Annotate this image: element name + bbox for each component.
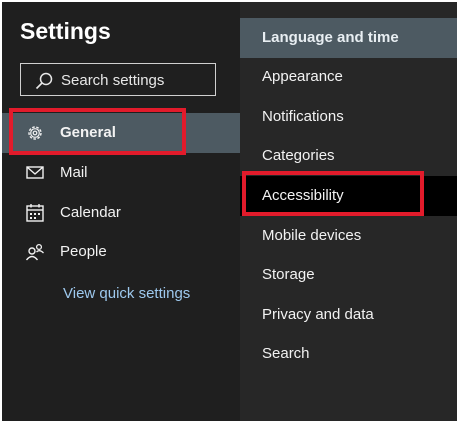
search-input[interactable]: Search settings xyxy=(20,63,216,96)
menu-item-accessibility[interactable]: Accessibility xyxy=(240,176,457,216)
mail-icon xyxy=(26,166,44,179)
search-placeholder: Search settings xyxy=(61,72,165,89)
menu-item-appearance[interactable]: Appearance xyxy=(240,57,457,97)
menu-item-label: Search xyxy=(262,345,310,362)
general-settings-pane: Language and time Appearance Notificatio… xyxy=(240,2,457,421)
view-quick-settings-link[interactable]: View quick settings xyxy=(63,285,190,302)
nav-item-label: Calendar xyxy=(60,204,121,221)
menu-item-label: Storage xyxy=(262,266,315,283)
menu-item-storage[interactable]: Storage xyxy=(240,255,457,295)
gear-icon xyxy=(28,126,42,140)
menu-item-categories[interactable]: Categories xyxy=(240,136,457,176)
nav-item-mail[interactable]: Mail xyxy=(2,153,240,193)
settings-window: Settings Search settings General Mail Ca… xyxy=(2,2,457,421)
search-icon xyxy=(35,72,53,90)
nav-item-general[interactable]: General xyxy=(2,113,240,153)
nav-item-label: People xyxy=(60,243,107,260)
calendar-icon xyxy=(26,204,44,222)
people-icon xyxy=(25,243,44,261)
settings-nav-pane: Settings Search settings General Mail Ca… xyxy=(2,2,240,421)
nav-item-people[interactable]: People xyxy=(2,232,240,272)
nav-item-label: General xyxy=(60,124,116,141)
page-title: Settings xyxy=(20,18,111,44)
menu-item-search[interactable]: Search xyxy=(240,334,457,374)
menu-item-privacy-and-data[interactable]: Privacy and data xyxy=(240,295,457,335)
menu-item-mobile-devices[interactable]: Mobile devices xyxy=(240,216,457,256)
menu-item-label: Appearance xyxy=(262,68,343,85)
menu-item-language-and-time[interactable]: Language and time xyxy=(240,18,457,58)
menu-item-label: Accessibility xyxy=(262,187,344,204)
menu-item-label: Privacy and data xyxy=(262,306,374,323)
menu-item-label: Notifications xyxy=(262,108,344,125)
nav-item-calendar[interactable]: Calendar xyxy=(2,193,240,233)
menu-item-label: Categories xyxy=(262,147,335,164)
menu-item-label: Mobile devices xyxy=(262,227,362,244)
menu-item-notifications[interactable]: Notifications xyxy=(240,97,457,137)
menu-item-label: Language and time xyxy=(262,29,399,46)
nav-item-label: Mail xyxy=(60,164,88,181)
